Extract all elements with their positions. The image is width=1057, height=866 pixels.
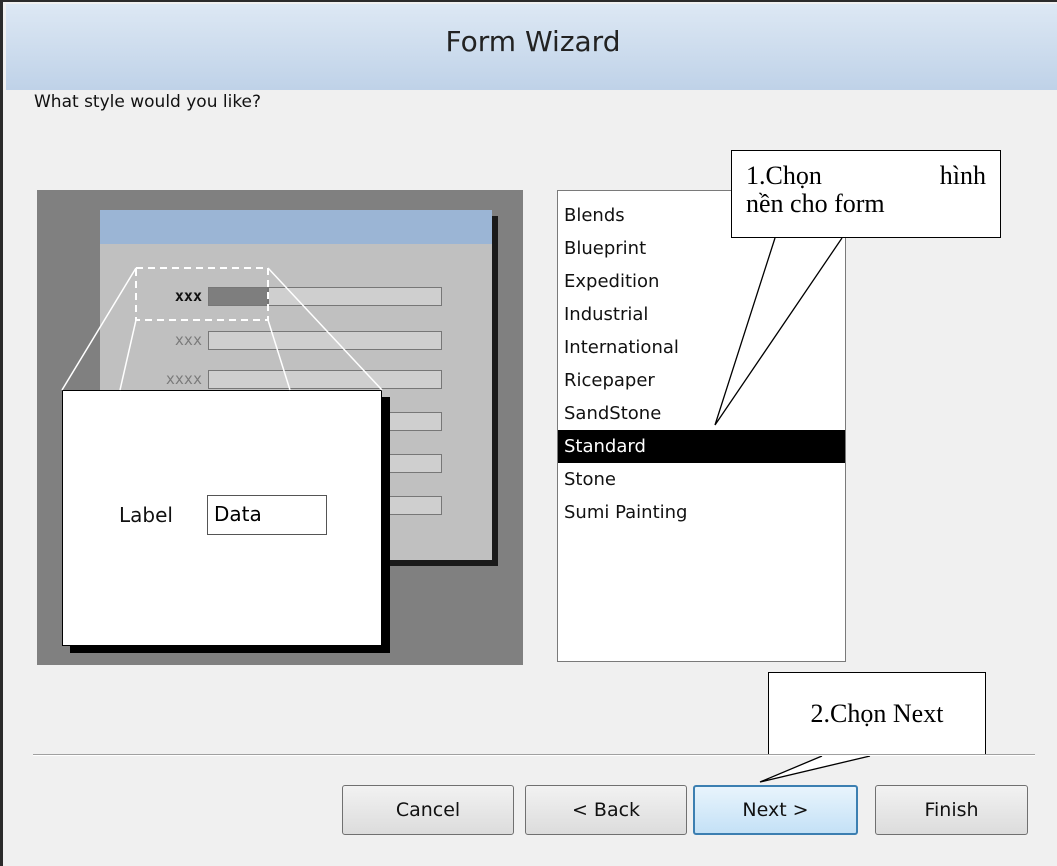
callout-label: Label xyxy=(119,503,173,527)
preview-form-header xyxy=(100,210,492,244)
next-button[interactable]: Next > xyxy=(693,785,858,835)
style-item-ricepaper[interactable]: Ricepaper xyxy=(558,364,845,397)
annotation-choose-next: 2.Chọn Next xyxy=(768,672,986,756)
style-item-sumi-painting[interactable]: Sumi Painting xyxy=(558,496,845,529)
annotation-1-word-1: 1.Chọn xyxy=(746,161,822,190)
style-item-standard[interactable]: Standard xyxy=(558,430,845,463)
style-item-industrial[interactable]: Industrial xyxy=(558,298,845,331)
callout-data-field: Data xyxy=(207,495,327,535)
style-prompt: What style would you like? xyxy=(34,92,262,112)
style-item-sandstone[interactable]: SandStone xyxy=(558,397,845,430)
cancel-button[interactable]: Cancel xyxy=(342,785,514,835)
preview-label-1: xxx xyxy=(174,287,202,305)
preview-label-3: xxxx xyxy=(165,370,202,388)
style-item-stone[interactable]: Stone xyxy=(558,463,845,496)
preview-label-2: xxx xyxy=(174,331,202,349)
style-list[interactable]: Blends Blueprint Expedition Industrial I… xyxy=(557,190,846,662)
preview-field-3 xyxy=(208,370,442,389)
preview-field-1b xyxy=(268,287,442,306)
title-bar: Form Wizard xyxy=(6,4,1057,90)
preview-zoom-callout: Label Data xyxy=(62,390,382,646)
annotation-1-line-2: nền cho form xyxy=(746,189,885,218)
style-item-international[interactable]: International xyxy=(558,331,845,364)
annotation-choose-background: 1.Chọn hình nền cho form xyxy=(731,150,1001,238)
annotation-1-word-2: hình xyxy=(939,161,986,190)
style-item-expedition[interactable]: Expedition xyxy=(558,265,845,298)
window-title: Form Wizard xyxy=(445,24,621,58)
back-button[interactable]: < Back xyxy=(525,785,687,835)
preview-field-1a xyxy=(208,287,268,306)
button-separator xyxy=(33,754,1035,756)
finish-button[interactable]: Finish xyxy=(875,785,1028,835)
preview-field-2 xyxy=(208,331,442,350)
